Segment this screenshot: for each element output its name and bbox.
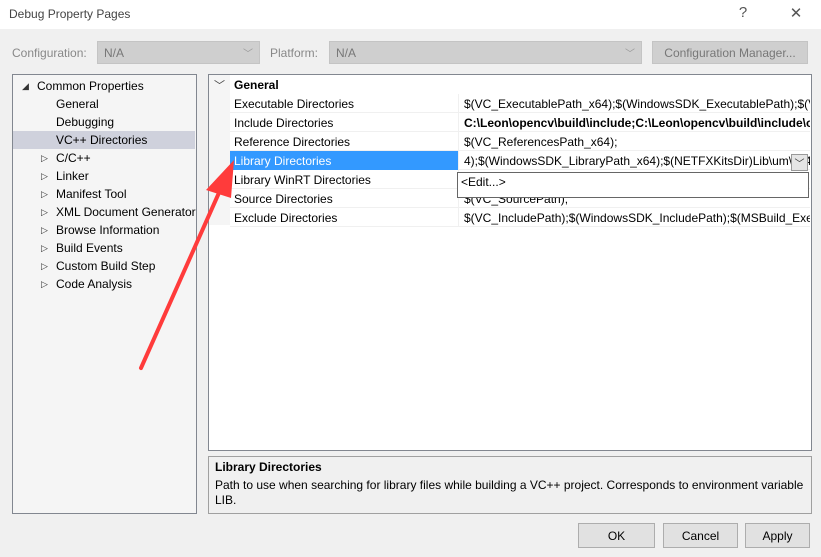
annotation-arrow	[139, 160, 234, 370]
arrow-head	[206, 160, 234, 198]
arrow-shaft	[139, 184, 224, 370]
